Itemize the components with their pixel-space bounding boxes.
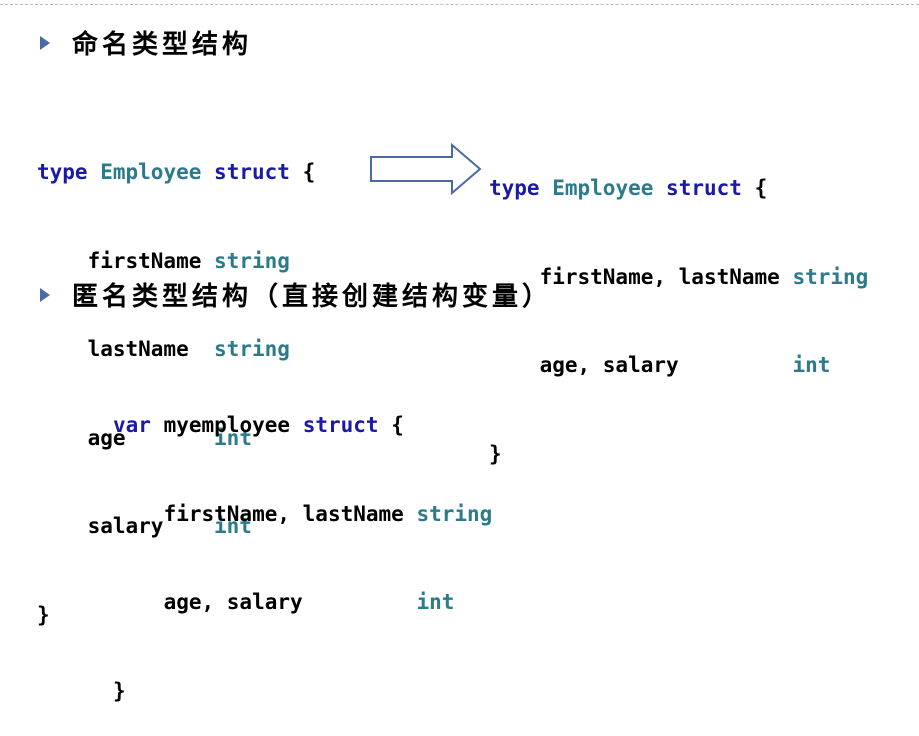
field-names: firstName, lastName	[163, 501, 404, 526]
type-name: Employee	[100, 160, 202, 184]
type-name: Employee	[552, 176, 654, 200]
keyword-type: type	[489, 176, 540, 200]
right-arrow-icon	[370, 143, 482, 195]
field-type: int	[416, 590, 455, 614]
close-brace: }	[113, 678, 126, 703]
code-line: type Employee struct {	[489, 174, 868, 204]
section-heading-named: 命名类型结构	[40, 24, 252, 61]
code-line: firstName, lastName string	[113, 500, 493, 530]
section-heading-anonymous: 匿名类型结构（直接创建结构变量）	[40, 276, 552, 313]
code-line: age, salary int	[113, 588, 492, 618]
code-line: type Employee struct {	[37, 158, 315, 188]
field-type: string	[214, 248, 290, 273]
code-line: }	[113, 677, 492, 707]
keyword-struct: struct	[302, 413, 379, 437]
open-brace: {	[391, 413, 404, 437]
code-line: age, salary int	[489, 351, 868, 381]
code-block-anonymous-struct: var myemployee struct { firstName, lastN…	[113, 352, 492, 736]
field-type: string	[416, 501, 493, 526]
code-line: var myemployee struct {	[113, 411, 492, 441]
field-type: int	[792, 353, 831, 377]
field-name: firstName	[87, 248, 202, 273]
top-dashed-rule	[0, 4, 919, 5]
code-line: }	[489, 440, 868, 470]
field-names: age, salary	[163, 590, 303, 614]
triangle-bullet-icon	[40, 35, 50, 50]
keyword-struct: struct	[214, 160, 290, 184]
open-brace: {	[754, 176, 768, 200]
keyword-struct: struct	[666, 176, 742, 200]
section-title: 匿名类型结构（直接创建结构变量）	[72, 282, 553, 312]
section-title: 命名类型结构	[72, 30, 253, 60]
field-type: string	[792, 264, 869, 289]
variable-name: myemployee	[163, 413, 291, 437]
keyword-var: var	[113, 413, 151, 437]
keyword-type: type	[37, 160, 88, 184]
triangle-bullet-icon	[40, 287, 50, 302]
field-names: age, salary	[539, 353, 679, 377]
open-brace: {	[302, 160, 316, 184]
code-line: firstName string	[37, 247, 315, 277]
field-names: firstName, lastName	[539, 264, 780, 289]
close-brace: }	[37, 602, 50, 627]
